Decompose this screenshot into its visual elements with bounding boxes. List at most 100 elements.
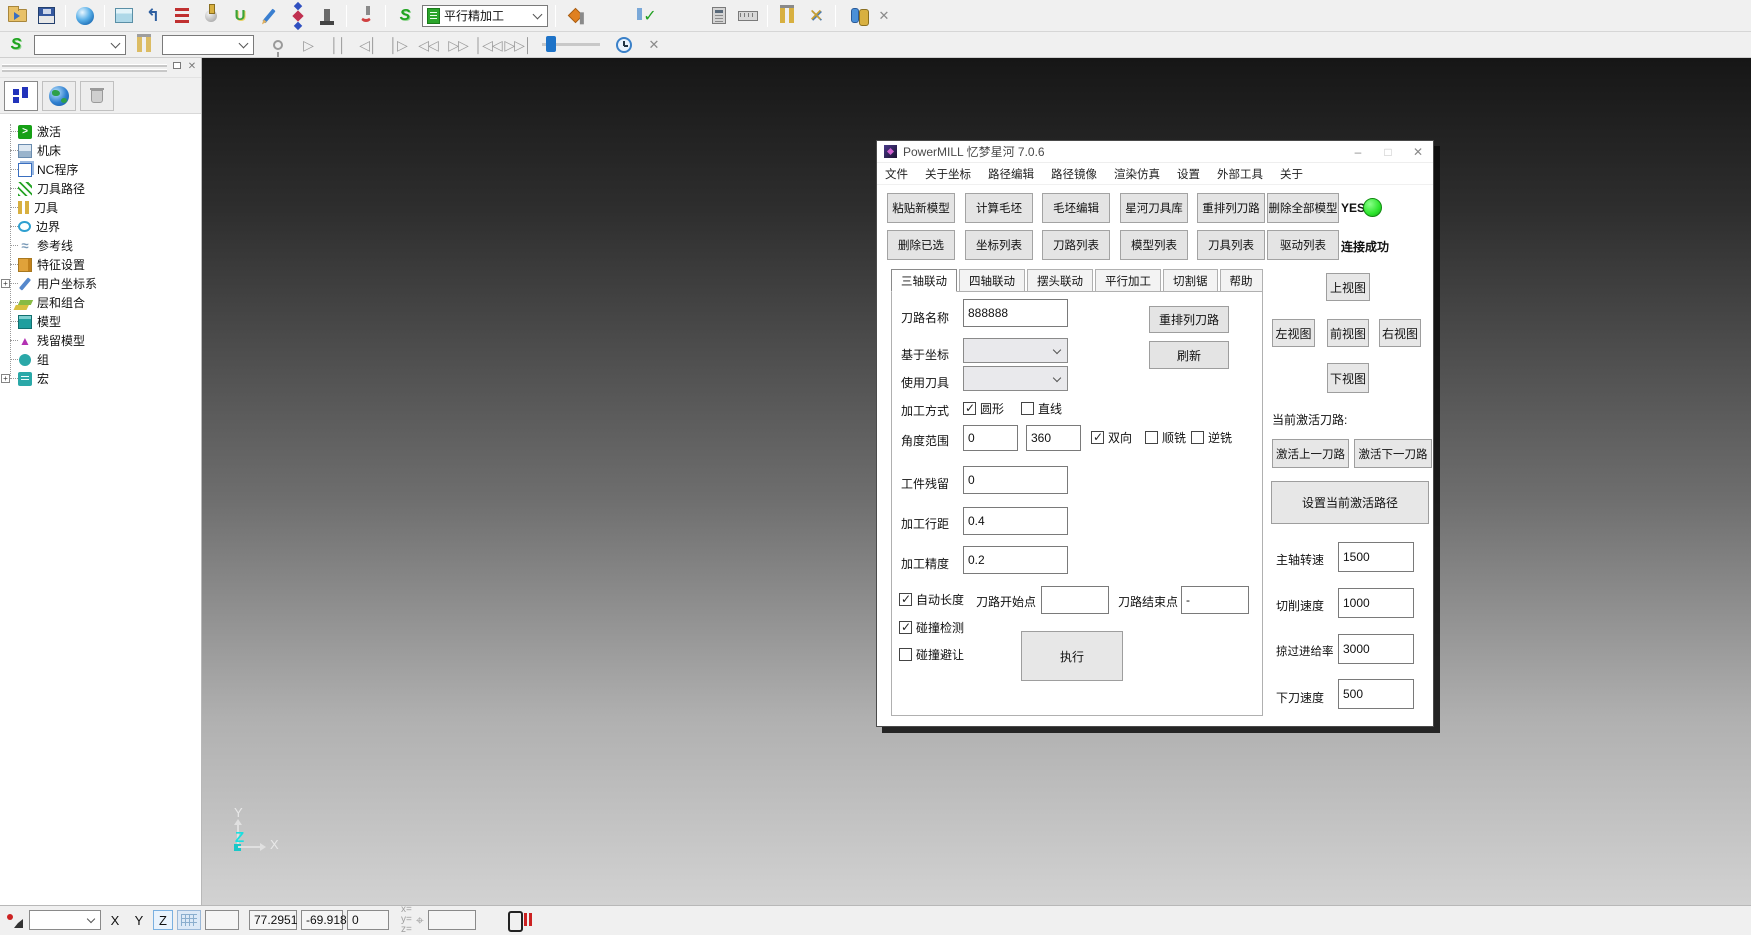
cut-icon[interactable] xyxy=(804,4,828,28)
checkbox-icon[interactable] xyxy=(1145,431,1158,444)
tree-item-macros[interactable]: 宏 xyxy=(0,369,201,388)
clipboard-pause-icon[interactable] xyxy=(508,911,534,929)
grid-toggle-icon[interactable] xyxy=(177,910,201,930)
leads-links-icon[interactable] xyxy=(228,4,252,28)
menu-settings[interactable]: 设置 xyxy=(1177,166,1200,182)
slider-handle[interactable] xyxy=(546,36,556,52)
close-button[interactable]: ✕ xyxy=(1403,142,1433,162)
angle-from-input[interactable] xyxy=(963,425,1018,451)
view-left-button[interactable]: 左视图 xyxy=(1272,319,1315,347)
tree-item-tools[interactable]: 刀具 xyxy=(0,198,201,217)
tool-combobox[interactable] xyxy=(963,366,1068,391)
collision-check-icon[interactable] xyxy=(354,4,378,28)
tab-3axis[interactable]: 三轴联动 xyxy=(891,269,957,292)
end-point-input[interactable] xyxy=(1181,586,1249,614)
view-right-button[interactable]: 右视图 xyxy=(1379,319,1421,347)
create-tool-icon[interactable] xyxy=(199,4,223,28)
close-sim-toolbar-icon[interactable] xyxy=(642,33,666,57)
toolpath-list-button[interactable]: 刀路列表 xyxy=(1042,230,1110,260)
status-combobox[interactable] xyxy=(29,910,101,930)
checkbox-checked-icon[interactable] xyxy=(899,621,912,634)
measure-ruler-icon[interactable] xyxy=(736,4,760,28)
tree-item-machine[interactable]: 机床 xyxy=(0,141,201,160)
toolpath-name-input[interactable] xyxy=(963,299,1068,327)
tree-item-boundaries[interactable]: 边界 xyxy=(0,217,201,236)
climb-checkbox[interactable]: 顺铣 xyxy=(1145,429,1186,446)
trash-tab[interactable] xyxy=(80,81,114,111)
maximize-button[interactable]: □ xyxy=(1373,142,1403,162)
axis-z-button[interactable]: Z xyxy=(153,910,173,930)
set-active-path-button[interactable]: 设置当前激活路径 xyxy=(1271,481,1429,524)
execute-button[interactable]: 执行 xyxy=(1021,631,1123,681)
tree-item-workplanes[interactable]: 用户坐标系 xyxy=(0,274,201,293)
auto-length-checkbox[interactable]: 自动长度 xyxy=(899,591,964,608)
tree-item-activate[interactable]: 激活 xyxy=(0,122,201,141)
tree-item-models[interactable]: 模型 xyxy=(0,312,201,331)
shaded-view-icon[interactable] xyxy=(73,4,97,28)
checkbox-icon[interactable] xyxy=(1021,402,1034,415)
menu-path-edit[interactable]: 路径编辑 xyxy=(988,166,1034,182)
globe-tab[interactable] xyxy=(42,81,76,111)
tool-pair-icon[interactable] xyxy=(775,4,799,28)
expand-icon[interactable] xyxy=(1,279,10,288)
mode-line-checkbox[interactable]: 直线 xyxy=(1021,400,1062,417)
menu-path-mirror[interactable]: 路径镜像 xyxy=(1051,166,1097,182)
coord-combobox[interactable] xyxy=(963,338,1068,363)
tree-item-groups[interactable]: 组 xyxy=(0,350,201,369)
model-list-button[interactable]: 模型列表 xyxy=(1120,230,1188,260)
start-point-input[interactable] xyxy=(1041,586,1109,614)
tree-item-stock-models[interactable]: 残留模型 xyxy=(0,331,201,350)
checkbox-checked-icon[interactable] xyxy=(1091,431,1104,444)
delete-selected-button[interactable]: 删除已选 xyxy=(887,230,955,260)
play-icon[interactable]: ▷ xyxy=(296,33,320,57)
step-back-icon[interactable]: ◁│ xyxy=(356,33,380,57)
menu-coords[interactable]: 关于坐标 xyxy=(925,166,971,182)
speed-slider[interactable] xyxy=(542,43,600,46)
close-toolbar-icon[interactable] xyxy=(872,4,896,28)
step-forward-icon[interactable]: │▷ xyxy=(386,33,410,57)
open-file-icon[interactable] xyxy=(5,4,29,28)
activate-tool-icon[interactable] xyxy=(563,4,587,28)
dialog-titlebar[interactable]: PowerMILL 忆梦星河 7.0.6 – □ ✕ xyxy=(877,141,1433,163)
tool-library-button[interactable]: 星河刀具库 xyxy=(1120,193,1188,223)
stock-input[interactable] xyxy=(963,466,1068,494)
tab-parallel[interactable]: 平行加工 xyxy=(1095,269,1161,291)
cutting-input[interactable] xyxy=(1338,588,1414,618)
rewind-icon[interactable]: ◁◁ xyxy=(416,33,440,57)
create-points-icon[interactable] xyxy=(286,4,310,28)
explorer-tree-tab[interactable] xyxy=(4,81,38,111)
collision-avoid-checkbox[interactable]: 碰撞避让 xyxy=(899,646,964,663)
tab-saw[interactable]: 切割锯 xyxy=(1163,269,1218,291)
checkbox-checked-icon[interactable] xyxy=(963,402,976,415)
sim-tool-combobox[interactable] xyxy=(162,35,254,55)
calculator-icon[interactable] xyxy=(707,4,731,28)
toolpath-strategy-icon[interactable] xyxy=(141,4,165,28)
stepover-input[interactable] xyxy=(963,507,1068,535)
nc-cylinders-icon[interactable] xyxy=(843,4,867,28)
fast-forward-icon[interactable]: ▷▷ xyxy=(446,33,470,57)
pause-icon[interactable]: ││ xyxy=(326,33,350,57)
float-panel-icon[interactable] xyxy=(171,61,183,73)
angle-to-input[interactable] xyxy=(1026,425,1081,451)
spindle-input[interactable] xyxy=(1338,542,1414,572)
rearrange-toolpaths-button[interactable]: 重排列刀路 xyxy=(1197,193,1265,223)
tree-item-patterns[interactable]: 参考线 xyxy=(0,236,201,255)
rearrange-button[interactable]: 重排列刀路 xyxy=(1149,306,1229,333)
go-end-icon[interactable]: ▷▷│ xyxy=(506,33,530,57)
bidirectional-checkbox[interactable]: 双向 xyxy=(1091,429,1132,446)
axis-x-button[interactable]: X xyxy=(105,910,125,930)
drive-list-button[interactable]: 驱动列表 xyxy=(1267,230,1339,260)
activate-prev-button[interactable]: 激活上一刀路 xyxy=(1272,439,1349,468)
view-bottom-button[interactable]: 下视图 xyxy=(1327,363,1369,393)
activate-next-button[interactable]: 激活下一刀路 xyxy=(1354,439,1432,468)
tool-holder-icon[interactable] xyxy=(315,4,339,28)
calc-block-button[interactable]: 计算毛坯 xyxy=(965,193,1033,223)
delete-all-models-button[interactable]: 删除全部模型 xyxy=(1267,193,1339,223)
paste-new-model-button[interactable]: 粘贴新模型 xyxy=(887,193,955,223)
refresh-button[interactable]: 刷新 xyxy=(1149,341,1229,369)
verify-check-icon[interactable] xyxy=(638,4,662,28)
minimize-button[interactable]: – xyxy=(1343,142,1373,162)
conventional-checkbox[interactable]: 逆铣 xyxy=(1191,429,1232,446)
view-front-button[interactable]: 前视图 xyxy=(1327,319,1369,347)
axis-y-button[interactable]: Y xyxy=(129,910,149,930)
